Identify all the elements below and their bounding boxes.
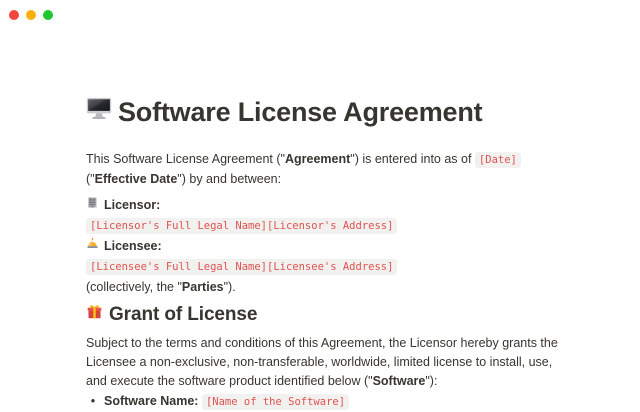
grant-bold-software: Software [373,374,426,388]
section-heading-text: Grant of License [109,303,257,327]
document: Software License Agreement This Software… [86,95,562,412]
page-title-text: Software License Agreement [118,95,482,129]
intro-text-4: ") by and between: [177,172,281,186]
bellhop-bell-icon [86,237,99,255]
licensee-label: Licensee: [104,238,162,255]
software-name-content: Software Name: [Name of the Software] [104,392,349,412]
software-name-list-item: • Software Name: [Name of the Software] [86,392,562,412]
window-controls [9,10,53,20]
intro-text-2: ") is entered into as of [350,152,475,166]
licensor-code-line: [Licensor's Full Legal Name][Licensor's … [86,215,562,234]
intro-bold-effective-date: Effective Date [95,172,178,186]
section-heading-grant-of-license: Grant of License [86,303,562,327]
licensee-line: Licensee: [86,237,562,255]
parties-bold: Parties [182,280,224,294]
intro-text-1: This Software License Agreement (" [86,152,285,166]
licensor-label: Licensor: [104,197,160,214]
licensee-placeholder-code: [Licensee's Full Legal Name][Licensee's … [86,259,397,275]
close-button[interactable] [9,10,19,20]
parties-text-1: (collectively, the " [86,280,182,294]
parties-text-2: "). [224,280,236,294]
page-title: Software License Agreement [86,95,562,129]
software-name-label: Software Name: [104,394,198,408]
grant-text-1: Subject to the terms and conditions of t… [86,336,558,388]
notion-document-window: { "colors": { "text": "#37352F", "code_t… [0,0,640,400]
licensor-placeholder-code: [Licensor's Full Legal Name][Licensor's … [86,218,397,234]
desktop-computer-icon [86,95,112,129]
licensor-line: Licensor: [86,196,562,214]
intro-paragraph: This Software License Agreement ("Agreem… [86,150,562,189]
grant-text-2: "): [425,374,437,388]
minimize-button[interactable] [26,10,36,20]
software-name-placeholder-code: [Name of the Software] [202,394,349,410]
intro-bold-agreement: Agreement [285,152,350,166]
licensee-code-line: [Licensee's Full Legal Name][Licensee's … [86,256,562,275]
grant-paragraph: Subject to the terms and conditions of t… [86,334,562,391]
bullet-icon: • [88,392,98,412]
gift-icon [86,303,103,327]
zoom-button[interactable] [43,10,53,20]
parties-line: (collectively, the "Parties"). [86,279,562,296]
intro-text-3: (" [86,172,95,186]
date-placeholder-code: [Date] [475,152,521,168]
office-building-icon [86,196,99,214]
